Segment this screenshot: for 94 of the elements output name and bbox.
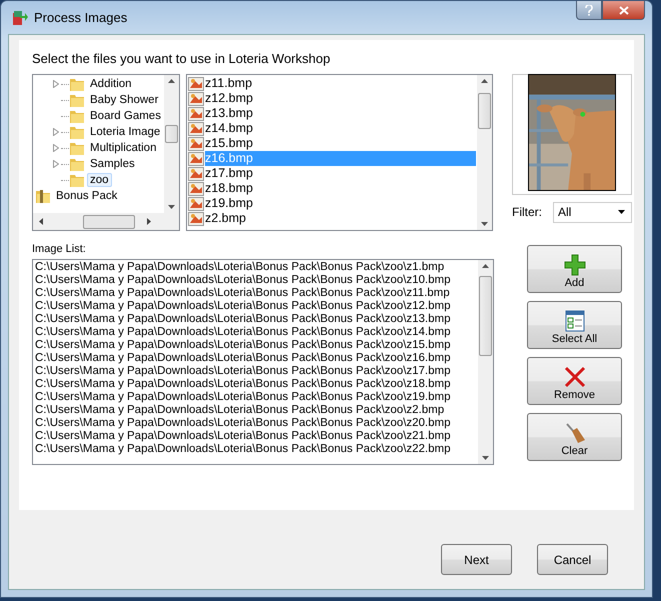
broom-icon (564, 422, 586, 444)
list-item[interactable]: C:\Users\Mama y Papa\Downloads\Loteria\Bonus Pack\Bonus Pack\zoo\z15.bmp (35, 339, 476, 352)
scroll-right-icon[interactable] (147, 218, 151, 225)
scroll-down-icon[interactable] (481, 222, 488, 226)
cancel-button[interactable]: Cancel (537, 544, 608, 575)
select-all-button[interactable]: Select All (527, 301, 622, 349)
list-item[interactable]: C:\Users\Mama y Papa\Downloads\Loteria\Bonus Pack\Bonus Pack\zoo\z13.bmp (35, 313, 476, 326)
tree-item[interactable]: Bonus Pack (53, 189, 120, 203)
list-item[interactable]: C:\Users\Mama y Papa\Downloads\Loteria\Bonus Pack\Bonus Pack\zoo\z22.bmp (35, 443, 476, 456)
close-icon (618, 6, 628, 14)
folder-icon (69, 156, 85, 172)
scrollbar[interactable] (478, 260, 493, 464)
file-item[interactable]: z18.bmp (205, 181, 476, 196)
image-file-icon (188, 106, 204, 120)
clear-button[interactable]: Clear (527, 413, 622, 461)
tree-item[interactable]: Baby Shower (87, 93, 162, 107)
scroll-up-icon[interactable] (482, 264, 489, 268)
image-file-icon (188, 182, 204, 196)
file-item[interactable]: z13.bmp (205, 106, 476, 121)
expand-icon[interactable] (53, 128, 59, 136)
expand-icon[interactable] (53, 160, 59, 168)
image-file-icon (188, 212, 204, 226)
scroll-thumb[interactable] (479, 276, 492, 356)
cross-icon (564, 366, 586, 388)
scroll-up-icon[interactable] (168, 79, 175, 83)
remove-button[interactable]: Remove (527, 357, 622, 405)
scroll-thumb[interactable] (165, 125, 178, 143)
file-item[interactable]: z19.bmp (205, 196, 476, 211)
expand-icon[interactable] (53, 144, 59, 152)
checklist-icon (564, 310, 586, 332)
scrollbar[interactable] (477, 75, 492, 230)
file-item[interactable]: z14.bmp (205, 121, 476, 136)
list-item[interactable]: C:\Users\Mama y Papa\Downloads\Loteria\Bonus Pack\Bonus Pack\zoo\z10.bmp (35, 274, 476, 287)
list-item[interactable]: C:\Users\Mama y Papa\Downloads\Loteria\Bonus Pack\Bonus Pack\zoo\z12.bmp (35, 300, 476, 313)
filter-label: Filter: (512, 205, 543, 219)
scroll-thumb[interactable] (83, 214, 135, 228)
file-item[interactable]: z17.bmp (205, 166, 476, 181)
image-file-icon (188, 152, 204, 166)
tree-item[interactable]: zoo (87, 173, 112, 187)
tree-item[interactable]: Board Games (87, 109, 164, 123)
tree-item[interactable]: Samples (87, 157, 138, 171)
horizontal-scrollbar[interactable] (33, 213, 179, 230)
help-button[interactable] (576, 1, 602, 20)
list-item[interactable]: C:\Users\Mama y Papa\Downloads\Loteria\Bonus Pack\Bonus Pack\zoo\z2.bmp (35, 404, 476, 417)
tree-item[interactable]: Multiplication (87, 141, 160, 155)
list-item[interactable]: C:\Users\Mama y Papa\Downloads\Loteria\Bonus Pack\Bonus Pack\zoo\z21.bmp (35, 430, 476, 443)
scroll-up-icon[interactable] (481, 79, 488, 83)
scroll-down-icon[interactable] (482, 456, 489, 460)
list-item[interactable]: C:\Users\Mama y Papa\Downloads\Loteria\Bonus Pack\Bonus Pack\zoo\z17.bmp (35, 365, 476, 378)
scrollbar[interactable] (164, 75, 179, 213)
list-item[interactable]: C:\Users\Mama y Papa\Downloads\Loteria\Bonus Pack\Bonus Pack\zoo\z20.bmp (35, 417, 476, 430)
tree-item[interactable]: Addition (87, 77, 135, 91)
folder-icon (69, 92, 85, 108)
instruction-text: Select the files you want to use in Loteria Workshop (32, 51, 332, 68)
scroll-thumb[interactable] (478, 93, 491, 129)
help-icon (585, 4, 593, 16)
file-item[interactable]: z11.bmp (205, 76, 476, 91)
image-file-icon (188, 166, 204, 180)
image-list-label: Image List: (32, 243, 87, 257)
app-icon (12, 10, 28, 26)
dropdown-arrow-icon (618, 210, 625, 214)
file-item[interactable]: z15.bmp (205, 136, 476, 151)
next-button[interactable]: Next (441, 544, 512, 575)
scroll-left-icon[interactable] (39, 218, 43, 225)
list-item[interactable]: C:\Users\Mama y Papa\Downloads\Loteria\Bonus Pack\Bonus Pack\zoo\z1.bmp (35, 261, 476, 274)
file-item[interactable]: z12.bmp (205, 91, 476, 106)
close-button[interactable] (602, 1, 645, 20)
image-file-icon (188, 122, 204, 136)
image-file-icon (188, 136, 204, 150)
image-file-icon (188, 92, 204, 106)
list-item[interactable]: C:\Users\Mama y Papa\Downloads\Loteria\Bonus Pack\Bonus Pack\zoo\z11.bmp (35, 287, 476, 300)
zip-folder-icon (35, 188, 51, 204)
image-list[interactable] (32, 259, 494, 465)
window-title: Process Images (34, 10, 128, 25)
list-item[interactable]: C:\Users\Mama y Papa\Downloads\Loteria\Bonus Pack\Bonus Pack\zoo\z14.bmp (35, 326, 476, 339)
folder-tree[interactable]: Addition Baby Shower Board Games Loteria Image Multiplication Samples zoo Bonus Pack (32, 74, 180, 231)
tree-item[interactable]: Loteria Image (87, 125, 164, 139)
folder-icon (69, 76, 85, 92)
image-file-icon (188, 76, 204, 90)
plus-icon (564, 254, 586, 276)
expand-icon[interactable] (53, 80, 59, 88)
image-file-icon (188, 196, 204, 210)
filter-dropdown[interactable]: All (553, 202, 632, 222)
list-item[interactable]: C:\Users\Mama y Papa\Downloads\Loteria\Bonus Pack\Bonus Pack\zoo\z19.bmp (35, 391, 476, 404)
file-list[interactable]: z11.bmp z12.bmp z13.bmp z14.bmp z15.bmp z16.bmp z17.bmp z18.bmp z19.bmp z2.bmp (186, 74, 493, 231)
file-item[interactable]: z2.bmp (205, 211, 476, 226)
folder-icon (69, 172, 85, 188)
folder-icon (69, 140, 85, 156)
add-button[interactable]: Add (527, 245, 622, 293)
folder-icon (69, 124, 85, 140)
list-item[interactable]: C:\Users\Mama y Papa\Downloads\Loteria\Bonus Pack\Bonus Pack\zoo\z18.bmp (35, 378, 476, 391)
list-item[interactable]: C:\Users\Mama y Papa\Downloads\Loteria\Bonus Pack\Bonus Pack\zoo\z16.bmp (35, 352, 476, 365)
scroll-down-icon[interactable] (168, 205, 175, 209)
folder-icon (69, 108, 85, 124)
